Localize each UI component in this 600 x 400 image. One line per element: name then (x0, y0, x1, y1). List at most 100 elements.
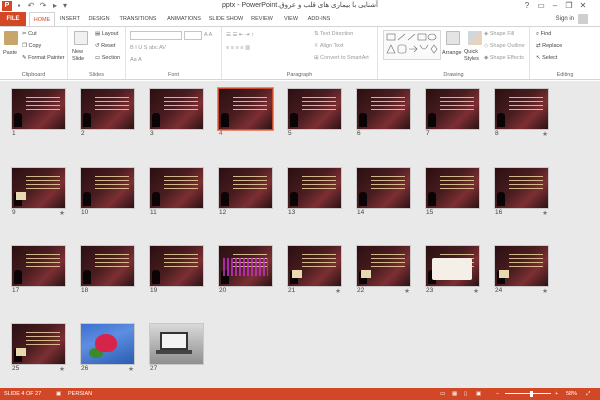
slide-preview-image[interactable] (495, 246, 548, 286)
fit-to-window-icon[interactable]: ⤢ (586, 388, 590, 400)
align-text-button[interactable]: ⇳ Align Text (314, 42, 344, 50)
list-icons[interactable]: ☰ ☰ ⇤ ⇥ ↕ (226, 31, 254, 39)
zoom-slider[interactable] (505, 393, 551, 394)
start-slideshow-icon[interactable]: ▸ (50, 1, 60, 11)
help-button[interactable]: ? (520, 0, 534, 12)
tab-slide-show[interactable]: SLIDE SHOW (208, 12, 244, 26)
slide-thumbnail[interactable]: 5 (288, 89, 341, 139)
slide-preview-image[interactable] (81, 89, 134, 129)
transition-star-icon[interactable]: ★ (473, 287, 479, 295)
slide-thumbnail[interactable]: 13 (288, 168, 341, 218)
slide-preview-image[interactable] (12, 324, 65, 364)
tab-transitions[interactable]: TRANSITIONS (116, 12, 160, 26)
tab-design[interactable]: DESIGN (85, 12, 113, 26)
reset-button[interactable]: ↺ Reset (95, 42, 116, 50)
redo-icon[interactable]: ↷ (38, 1, 48, 11)
slide-preview-image[interactable] (219, 168, 272, 208)
zoom-in-button[interactable]: + (555, 388, 558, 400)
paste-button[interactable]: Paste (3, 49, 17, 57)
transition-star-icon[interactable]: ★ (128, 365, 134, 373)
slide-thumbnail[interactable]: 7 (426, 89, 479, 139)
slide-thumbnail[interactable]: 24 ★ (495, 246, 548, 296)
grow-font-icon[interactable]: A A (204, 31, 212, 39)
slide-thumbnail[interactable]: 25 ★ (12, 324, 65, 374)
avatar[interactable] (578, 14, 588, 24)
font-style-icons[interactable]: B I U S abc AV (130, 44, 166, 52)
slide-thumbnail[interactable]: 3 (150, 89, 203, 139)
find-button[interactable]: ⌕ Find (536, 30, 551, 38)
font-name-combo[interactable] (130, 31, 182, 40)
layout-button[interactable]: ▤ Layout (95, 30, 118, 38)
convert-smartart-button[interactable]: ⊞ Convert to SmartArt (314, 54, 369, 62)
slide-thumbnail[interactable]: 9 ★ (12, 168, 65, 218)
tab-animations[interactable]: ANIMATIONS (164, 12, 204, 26)
tab-view[interactable]: VIEW (280, 12, 302, 26)
transition-star-icon[interactable]: ★ (335, 287, 341, 295)
font-size-combo[interactable] (184, 31, 202, 40)
shapes-gallery[interactable] (383, 30, 441, 60)
slide-preview-image[interactable] (12, 168, 65, 208)
slide-thumbnail[interactable]: 27 (150, 324, 203, 374)
slide-preview-image[interactable] (150, 168, 203, 208)
slide-preview-image[interactable] (150, 246, 203, 286)
slide-thumbnail[interactable]: 18 (81, 246, 134, 296)
slide-preview-image[interactable] (426, 246, 479, 286)
slide-preview-image[interactable] (357, 246, 410, 286)
transition-star-icon[interactable]: ★ (542, 209, 548, 217)
slide-preview-image[interactable] (426, 89, 479, 129)
slide-thumbnail[interactable]: 4 (219, 89, 272, 139)
new-slide-icon[interactable] (74, 31, 88, 45)
quick-styles-button[interactable]: Quick Styles (464, 49, 484, 63)
slide-thumbnail[interactable]: 23 ★ (426, 246, 479, 296)
zoom-out-button[interactable]: – (496, 388, 499, 400)
slide-preview-image[interactable] (288, 89, 341, 129)
shape-outline-button[interactable]: ◇ Shape Outline (484, 42, 525, 50)
slide-thumbnail[interactable]: 16 ★ (495, 168, 548, 218)
slide-preview-image[interactable] (357, 89, 410, 129)
tab-insert[interactable]: INSERT (57, 12, 83, 26)
sign-in-link[interactable]: Sign in (556, 12, 574, 26)
slide-preview-image[interactable] (81, 168, 134, 208)
slide-thumbnail[interactable]: 15 (426, 168, 479, 218)
slide-preview-image[interactable] (426, 168, 479, 208)
tab-review[interactable]: REVIEW (248, 12, 276, 26)
undo-icon[interactable]: ↶ (26, 1, 36, 11)
file-tab[interactable]: FILE (0, 12, 26, 26)
close-button[interactable]: ✕ (576, 0, 590, 12)
slide-preview-image[interactable] (288, 246, 341, 286)
new-slide-button[interactable]: New Slide (72, 49, 94, 63)
slide-preview-image[interactable] (81, 324, 134, 364)
text-direction-button[interactable]: ⇅ Text Direction (314, 30, 353, 38)
shape-effects-button[interactable]: ◆ Shape Effects (484, 54, 524, 62)
zoom-level[interactable]: 58% (566, 388, 577, 400)
slide-preview-image[interactable] (288, 168, 341, 208)
reading-view-icon[interactable]: ▯ (464, 388, 467, 400)
slide-thumbnail[interactable]: 20 (219, 246, 272, 296)
font-color-icons[interactable]: Aa A (130, 56, 142, 64)
slide-thumbnail[interactable]: 21 ★ (288, 246, 341, 296)
slide-thumbnail[interactable]: 17 (12, 246, 65, 296)
format-painter-button[interactable]: ✎ Format Painter (22, 54, 65, 62)
slide-thumbnail[interactable]: 12 (219, 168, 272, 218)
tab-home[interactable]: HOME (29, 12, 55, 26)
quick-styles-icon[interactable] (468, 31, 482, 45)
slide-thumbnail[interactable]: 26 ★ (81, 324, 134, 374)
slide-thumbnail[interactable]: 19 (150, 246, 203, 296)
restore-button[interactable]: ❐ (562, 0, 576, 12)
slide-thumbnail[interactable]: 11 (150, 168, 203, 218)
customize-toolbar-icon[interactable]: ▾ (60, 1, 70, 11)
slide-preview-image[interactable] (495, 89, 548, 129)
slide-preview-image[interactable] (219, 246, 272, 286)
slide-thumbnail[interactable]: 22 ★ (357, 246, 410, 296)
copy-button[interactable]: ❐ Copy (22, 42, 41, 50)
normal-view-icon[interactable]: ▭ (440, 388, 445, 400)
slide-thumbnail[interactable]: 14 (357, 168, 410, 218)
slide-thumbnail[interactable]: 1 (12, 89, 65, 139)
slide-preview-image[interactable] (12, 246, 65, 286)
slide-thumbnail[interactable]: 10 (81, 168, 134, 218)
shape-fill-button[interactable]: ◈ Shape Fill (484, 30, 514, 38)
arrange-icon[interactable] (446, 31, 460, 45)
select-button[interactable]: ↖ Select (536, 54, 557, 62)
slide-preview-image[interactable] (150, 89, 203, 129)
arrange-button[interactable]: Arrange (442, 49, 462, 57)
